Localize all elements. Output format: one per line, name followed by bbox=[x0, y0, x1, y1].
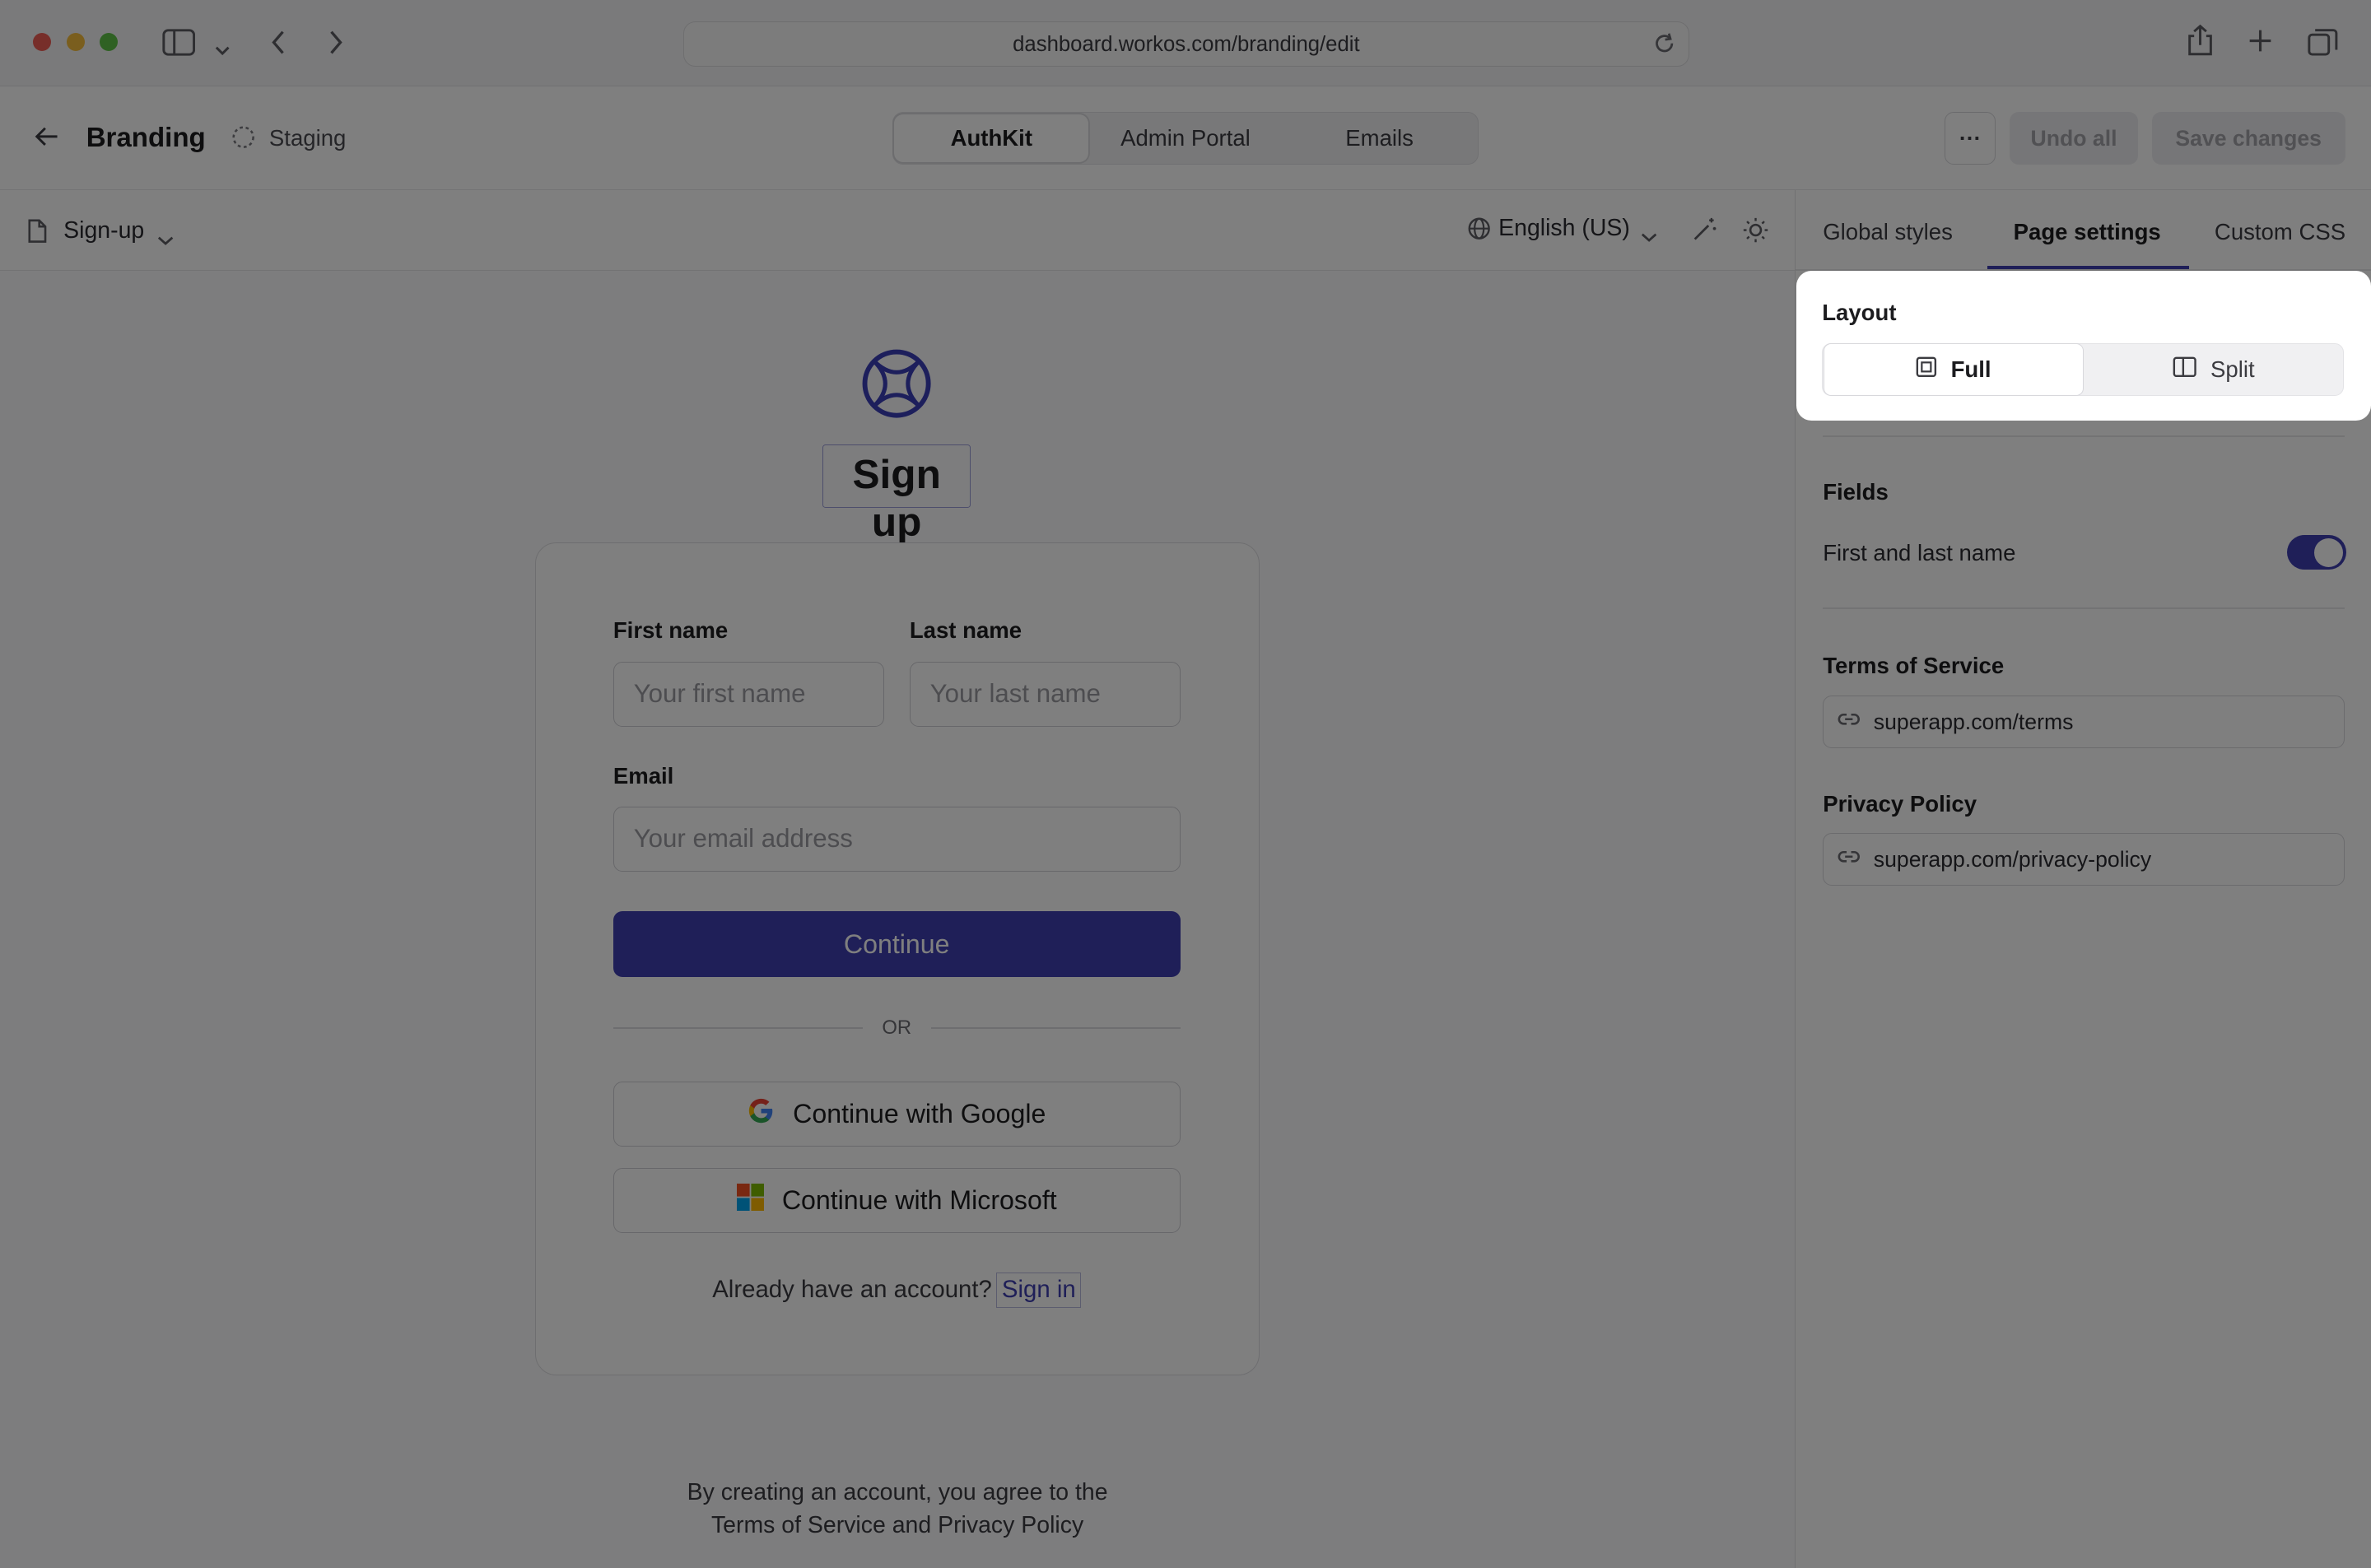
full-layout-icon bbox=[1916, 356, 1937, 384]
layout-full-option[interactable]: Full bbox=[1824, 342, 2084, 397]
dim-overlay bbox=[0, 0, 2371, 1568]
layout-section: Layout Full Split bbox=[1796, 270, 2371, 421]
split-layout-icon bbox=[2173, 356, 2196, 384]
layout-section-title: Layout bbox=[1822, 299, 1897, 325]
layout-split-option[interactable]: Split bbox=[2084, 343, 2344, 396]
layout-split-label: Split bbox=[2210, 356, 2255, 383]
layout-full-label: Full bbox=[1950, 356, 1991, 383]
